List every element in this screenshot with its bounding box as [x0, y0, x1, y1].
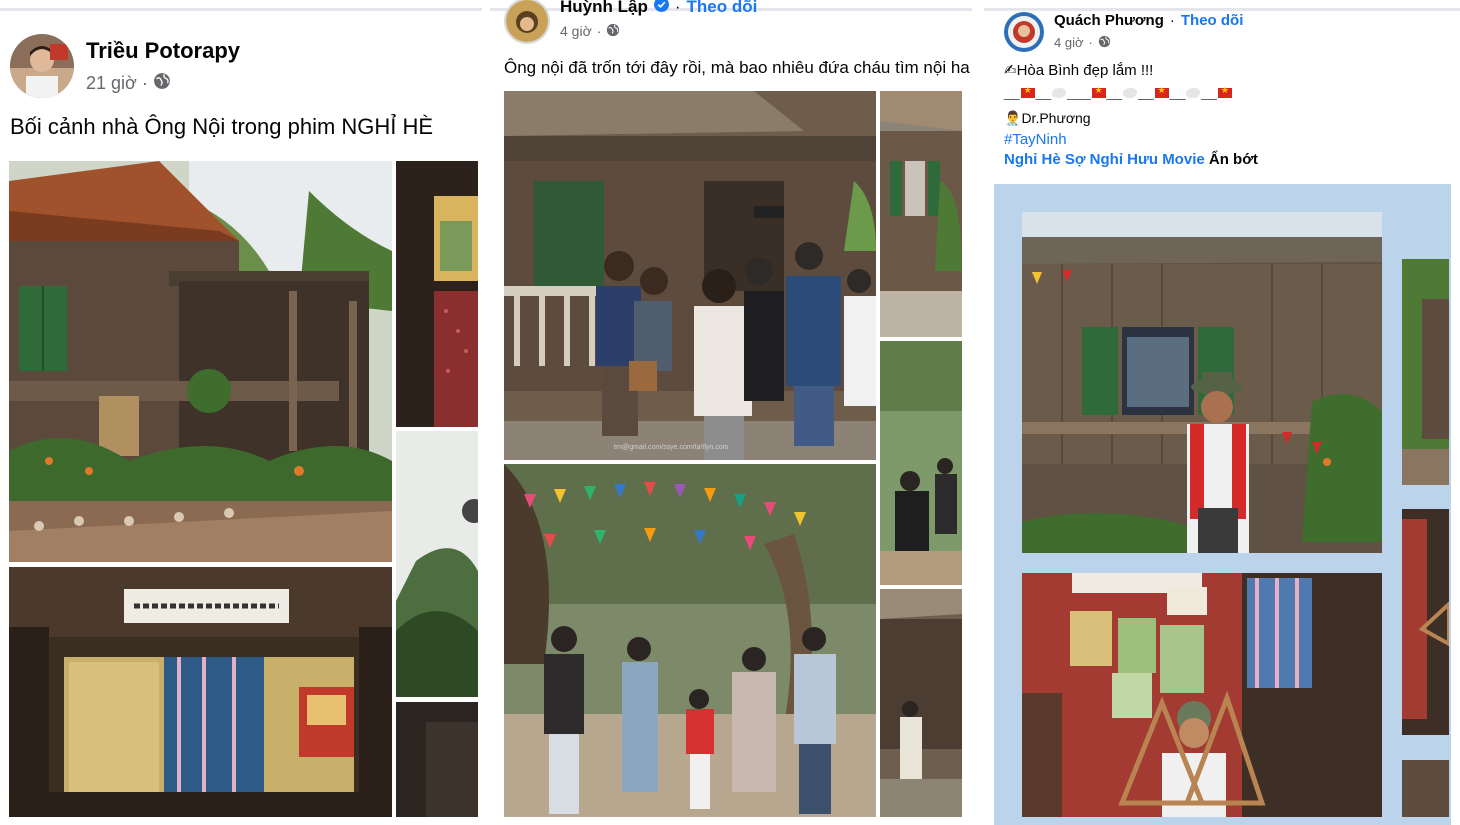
author-name[interactable]: Quách Phương [1054, 12, 1164, 29]
photo-thumb[interactable] [1402, 259, 1449, 485]
movie-page-link[interactable]: Nghỉ Hè Sợ Nghỉ Hưu Movie [1004, 151, 1205, 168]
post-header: Triều Potorapy 21 giờ · [10, 34, 240, 98]
photo-man-at-house[interactable] [1022, 212, 1382, 553]
photo-thumb[interactable] [396, 431, 478, 697]
post-meta: 4 giờ · [1054, 35, 1243, 51]
hashtag-link[interactable]: #TayNinh [1004, 131, 1067, 148]
post-header: Huỳnh Lập · Theo dõi 4 giờ · [504, 0, 757, 44]
photo-thumb[interactable] [880, 91, 962, 337]
globe-icon [606, 23, 620, 40]
post-time[interactable]: 21 giờ [86, 73, 137, 94]
flag-dove-row: _______________ [1004, 84, 1233, 100]
post-time[interactable]: 4 giờ [1054, 35, 1084, 50]
vietnam-flag-icon [1091, 85, 1106, 99]
avatar[interactable] [10, 34, 74, 98]
post-caption: Bối cảnh nhà Ông Nội trong phim NGHỈ HÈ [10, 114, 434, 139]
doctor-icon: 👨‍⚕ [1004, 110, 1022, 126]
divider [0, 8, 482, 11]
photo-thumb[interactable] [1402, 509, 1449, 735]
post-meta: 21 giờ · [86, 72, 240, 95]
globe-icon [153, 72, 171, 95]
post-caption: Ông nội đã trốn tới đây rồi, mà bao nhiê… [504, 58, 970, 77]
photo-man-with-triangles[interactable] [1022, 573, 1382, 817]
author-name[interactable]: Triều Potorapy [86, 38, 240, 64]
see-less-button[interactable]: Ẩn bớt [1209, 151, 1258, 168]
dove-icon [1052, 88, 1067, 99]
avatar[interactable] [1004, 12, 1044, 52]
photo-visitors-house[interactable]: trn@gmail.com/ssye.com/ta/tlyn.com [504, 91, 876, 460]
movie-line: Nghỉ Hè Sợ Nghỉ Hưu Movie Ẩn bớt [1004, 151, 1258, 168]
dove-icon [1186, 88, 1201, 99]
follow-button[interactable]: Theo dõi [1181, 12, 1244, 29]
verified-badge-icon [653, 0, 669, 17]
avatar[interactable] [504, 0, 550, 44]
globe-icon [1098, 35, 1111, 51]
follow-button[interactable]: Theo dõi [687, 0, 758, 17]
post-time[interactable]: 4 giờ [560, 23, 592, 39]
post-card-huynh-lap: Huỳnh Lập · Theo dõi 4 giờ · Ông nội đã … [490, 0, 972, 825]
photo-house-exterior[interactable] [9, 161, 392, 562]
photo-family-under-tree[interactable] [504, 464, 876, 817]
dove-icon [1123, 88, 1138, 99]
photo-thumb[interactable] [396, 702, 478, 817]
post-card-quach-phuong: Quách Phương · Theo dõi 4 giờ · ✍Hòa Bìn… [984, 0, 1460, 825]
photo-watermark: trn@gmail.com/ssye.com/ta/tlyn.com [614, 444, 729, 451]
photo-thumb[interactable] [880, 341, 962, 585]
writing-hand-icon: ✍ [1004, 62, 1017, 79]
post-header: Quách Phương · Theo dõi 4 giờ · [1004, 12, 1243, 52]
photo-thumb[interactable] [1402, 760, 1449, 817]
photo-thumb[interactable] [396, 161, 478, 427]
photo-thumb[interactable] [880, 589, 962, 817]
vietnam-flag-icon [1020, 85, 1035, 99]
vietnam-flag-icon [1217, 85, 1232, 99]
signature-line: 👨‍⚕Dr.Phương [1004, 110, 1091, 126]
photo-house-interior[interactable] [9, 567, 392, 817]
vietnam-flag-icon [1154, 85, 1169, 99]
post-line-1: ✍Hòa Bình đẹp lắm !!! [1004, 62, 1154, 79]
author-name[interactable]: Huỳnh Lập [560, 0, 648, 17]
post-card-trieu-potorapy: Triều Potorapy 21 giờ · Bối cảnh nhà Ông… [0, 0, 482, 825]
post-meta: 4 giờ · [560, 23, 757, 40]
